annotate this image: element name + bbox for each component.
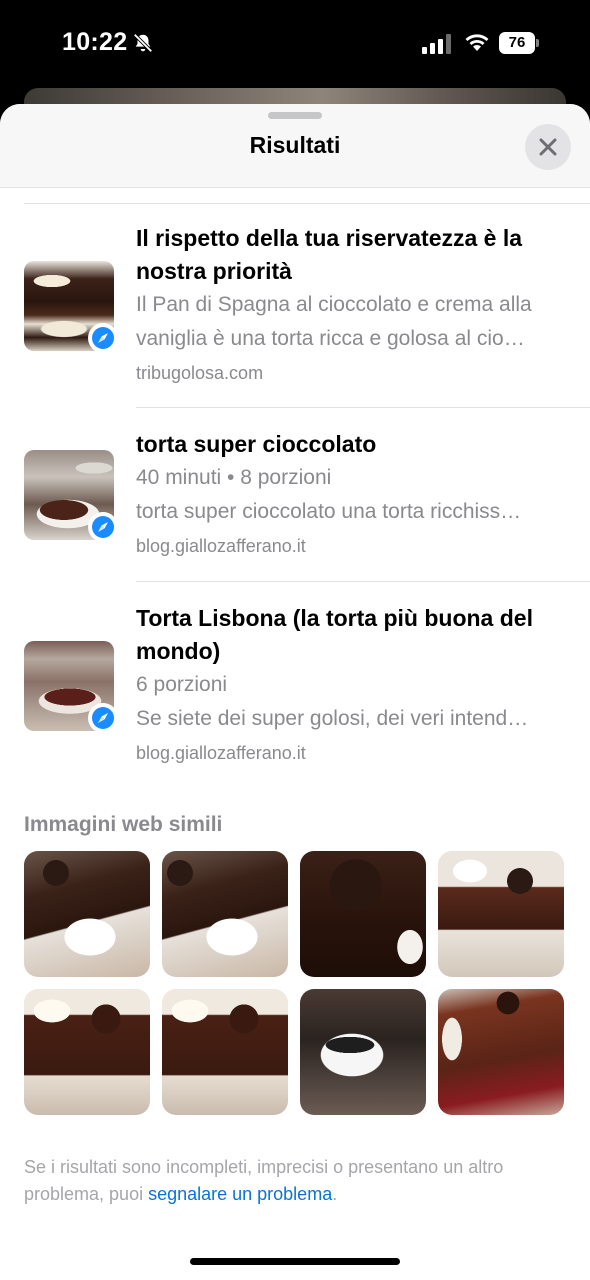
battery-level: 76 [499,32,535,54]
sheet-grabber[interactable] [268,112,322,119]
result-description: Se siete dei super golosi, dei veri inte… [136,707,529,730]
result-text: Torta Lisbona (la torta più buona del mo… [136,602,570,768]
close-button[interactable] [525,124,571,170]
result-item[interactable]: torta super cioccolato 40 minuti • 8 por… [0,428,590,578]
similar-image[interactable] [162,989,288,1115]
report-problem-link[interactable]: segnalare un problema [148,1184,332,1204]
wifi-icon [465,34,489,51]
results-sheet: Risultati Il rispetto della tua riservat… [0,104,590,1280]
result-item[interactable]: Torta Lisbona (la torta più buona del mo… [0,602,590,763]
report-problem-end: . [332,1184,338,1204]
battery-cap [536,39,539,47]
sheet-title: Risultati [249,132,341,158]
result-text: Il rispetto della tua riservatezza è la … [136,222,570,388]
safari-icon [92,516,114,538]
divider [24,203,590,204]
status-time: 10:22 [62,28,128,56]
home-indicator[interactable] [190,1258,400,1265]
safari-badge [88,323,118,353]
result-item[interactable]: Il rispetto della tua riservatezza è la … [0,222,590,402]
result-text: torta super cioccolato 40 minuti • 8 por… [136,428,570,561]
result-title: Torta Lisbona (la torta più buona del mo… [136,605,533,664]
result-thumbnail [24,641,118,733]
similar-images-title: Immagini web simili [24,813,223,836]
divider [136,407,590,408]
result-title: Il rispetto della tua riservatezza è la … [136,225,523,284]
similar-image[interactable] [438,851,564,977]
divider [136,581,590,582]
safari-icon [92,707,114,729]
result-source: tribugolosa.com [136,363,264,383]
bell-slash-icon [133,33,153,53]
result-description-text: Il Pan di Spagna al cioccolato e crema a… [136,293,532,350]
similar-image[interactable] [300,851,426,977]
result-title: torta super cioccolato [136,431,377,457]
similar-image[interactable] [24,851,150,977]
result-source: blog.giallozafferano.it [136,743,306,763]
battery-indicator: 76 [499,32,539,54]
safari-badge [88,703,118,733]
safari-icon [92,327,114,349]
result-source: blog.giallozafferano.it [136,536,306,556]
result-description: torta super cioccolato una torta ricchis… [136,500,522,523]
similar-image[interactable] [300,989,426,1115]
result-meta: 40 minuti • 8 porzioni [136,466,332,489]
safari-badge [88,512,118,542]
sheet-header: Risultati [0,104,590,188]
similar-image[interactable] [438,989,564,1115]
result-thumbnail [24,450,118,542]
close-icon [539,138,557,156]
signal-icon [422,34,451,54]
result-meta: 6 porzioni [136,673,228,696]
report-problem-note: Se i risultati sono incompleti, imprecis… [24,1154,544,1208]
result-thumbnail [24,261,118,353]
similar-image[interactable] [162,851,288,977]
status-bar: 10:22 76 [0,0,590,90]
similar-image[interactable] [24,989,150,1115]
result-description: Il Pan di Spagna al cioccolato e crema a… [136,288,570,356]
